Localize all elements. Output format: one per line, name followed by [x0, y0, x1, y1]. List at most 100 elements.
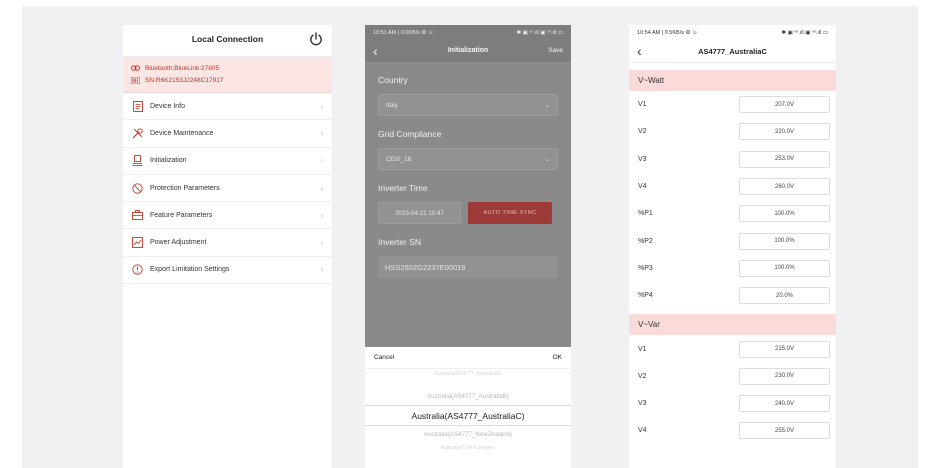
status-left: 10:51 AM | 0.0KB/s ⚙ ☺: [373, 29, 434, 36]
save-button[interactable]: Save: [548, 47, 563, 54]
power-icon[interactable]: [308, 31, 324, 47]
param-row: V4 260.0V: [629, 173, 836, 200]
bluetooth-label: Bluetooth:BlueLink:27805: [145, 64, 220, 72]
inverter-time-label: Inverter Time: [378, 183, 428, 193]
param-input[interactable]: 230.0V: [739, 367, 830, 385]
status-right: ✱ ▣ ᵛᵒ.ıll ▣ ᵛᵒ.ıll ▭: [516, 29, 563, 36]
feature-icon: [132, 210, 143, 221]
section-header-v-watt: V~Watt: [629, 70, 836, 91]
param-label: V3: [638, 155, 647, 163]
grid-compliance-value: CEI0_16: [386, 155, 412, 163]
time-row: 2023-04-21 10:47 AUTO TIME SYNC: [378, 202, 558, 224]
protection-icon: [132, 182, 143, 194]
menu-item-protection-parameters[interactable]: Protection Parameters ›: [123, 175, 332, 203]
picker-option[interactable]: Australia(AS4777_AustraliaB): [365, 388, 571, 405]
form-body: Country Italy ⌄ Grid Compliance CEI0_16 …: [365, 75, 571, 278]
inverter-sn-label: Inverter SN: [378, 237, 421, 247]
param-label: V1: [638, 345, 647, 353]
param-row: V3 253.0V: [629, 146, 836, 173]
param-row: V4 255.0V: [629, 417, 836, 444]
barcode-icon: [131, 76, 140, 84]
param-label: V3: [638, 400, 647, 408]
inverter-time-field[interactable]: 2023-04-21 10:47: [378, 202, 461, 224]
status-left: 10:54 AM | 0.5KB/s ⚙ ☺: [637, 29, 698, 36]
grid-compliance-label: Grid Compliance: [378, 129, 442, 139]
menu-item-initialization[interactable]: Initialization ›: [123, 148, 332, 175]
menu-item-device-info[interactable]: Device Info ›: [123, 93, 332, 121]
picker-option[interactable]: Australia(AS4777_NewZealand): [365, 426, 571, 443]
status-right: ✱ ▣ ᵛᵒ.ıll ▣ ᵛᵒ.ıll ▭: [781, 29, 828, 36]
param-input[interactable]: 253.0V: [739, 150, 830, 168]
menu-label: Device Info: [150, 102, 186, 110]
country-value: Italy: [386, 101, 398, 109]
param-input[interactable]: 100.0%: [739, 232, 830, 250]
export-limit-icon: [132, 264, 143, 276]
param-input[interactable]: 260.0V: [739, 178, 830, 196]
header: Local Connection: [123, 25, 332, 57]
country-select[interactable]: Italy ⌄: [378, 94, 558, 116]
param-input[interactable]: 220.0V: [739, 123, 830, 141]
menu-label: Feature Parameters: [150, 211, 213, 219]
menu-item-export-limitation[interactable]: Export Limitation Settings ›: [123, 257, 332, 285]
cancel-button[interactable]: Cancel: [374, 354, 394, 361]
param-input[interactable]: 215.0V: [739, 340, 830, 358]
maintenance-icon: [132, 128, 143, 139]
initialization-screen: 10:51 AM | 0.0KB/s ⚙ ☺ ✱ ▣ ᵛᵒ.ıll ▣ ᵛᵒ.ı…: [365, 25, 571, 468]
menu-item-feature-parameters[interactable]: Feature Parameters ›: [123, 202, 332, 230]
nav-bar: ‹ Initialization Save: [365, 40, 571, 62]
chevron-right-icon: ›: [320, 156, 323, 166]
status-bar: 10:54 AM | 0.5KB/s ⚙ ☺ ✱ ▣ ᵛᵒ.ıll ▣ ᵛᵒ.ı…: [629, 25, 836, 40]
chevron-right-icon: ›: [320, 265, 323, 275]
sn-label: SN:R6K2153J2248C17917: [145, 76, 224, 84]
param-row: V2 220.0V: [629, 118, 836, 145]
picker-option-selected[interactable]: Australia(AS4777_AustraliaC): [365, 405, 571, 426]
param-input[interactable]: 20.0%: [739, 287, 830, 305]
picker-option[interactable]: Australia(AS4777_AustraliaA): [365, 369, 571, 380]
menu-label: Initialization: [150, 157, 187, 165]
param-label: %P2: [638, 237, 653, 245]
picker-toolbar: Cancel OK: [365, 347, 571, 369]
chevron-right-icon: ›: [320, 101, 323, 111]
param-input[interactable]: 240.0V: [739, 395, 830, 413]
local-connection-screen: Local Connection Bluetooth:BlueLink:2780…: [123, 25, 332, 468]
grid-code-detail-screen: 10:54 AM | 0.5KB/s ⚙ ☺ ✱ ▣ ᵛᵒ.ıll ▣ ᵛᵒ.ı…: [629, 25, 836, 468]
grid-compliance-select[interactable]: CEI0_16 ⌄: [378, 148, 558, 170]
param-label: V1: [638, 101, 647, 109]
chevron-right-icon: ›: [320, 238, 323, 248]
param-row: V1 207.0V: [629, 91, 836, 118]
menu-label: Protection Parameters: [150, 184, 220, 192]
param-input[interactable]: 255.0V: [739, 422, 830, 440]
chevron-right-icon: ›: [320, 210, 323, 220]
screenshot-canvas: Local Connection Bluetooth:BlueLink:2780…: [22, 6, 918, 468]
ok-button[interactable]: OK: [553, 354, 562, 361]
param-row: %P4 20.0%: [629, 282, 836, 309]
param-input[interactable]: 207.0V: [739, 96, 830, 114]
param-label: V4: [638, 183, 647, 191]
param-row: %P3 100.0%: [629, 255, 836, 282]
param-row: V1 215.0V: [629, 335, 836, 362]
menu-item-device-maintenance[interactable]: Device Maintenance ›: [123, 120, 332, 148]
chevron-right-icon: ›: [320, 128, 323, 138]
menu-label: Export Limitation Settings: [150, 266, 230, 274]
param-label: %P1: [638, 210, 653, 218]
connection-info: Bluetooth:BlueLink:27805 SN:R6K2153J2248…: [123, 57, 332, 93]
auto-time-sync-button[interactable]: AUTO TIME SYNC: [468, 202, 552, 224]
param-input[interactable]: 100.0%: [739, 205, 830, 223]
bluetooth-row: Bluetooth:BlueLink:27805: [131, 62, 324, 74]
chevron-down-icon: ⌄: [544, 156, 550, 163]
param-label: %P4: [638, 292, 653, 300]
power-adjust-icon: [132, 237, 143, 249]
picker-sheet: Cancel OK Australia(AS4777_AustraliaA) A…: [365, 347, 571, 468]
param-label: V2: [638, 128, 647, 136]
param-row: %P1 100.0%: [629, 200, 836, 227]
param-label: V4: [638, 427, 647, 435]
section-header-v-var: V~Var: [629, 314, 836, 336]
picker-option[interactable]: Australia(TOR Erzeuger): [365, 443, 571, 454]
param-row: %P2 100.0%: [629, 227, 836, 254]
country-label: Country: [378, 75, 408, 85]
param-input[interactable]: 100.0%: [739, 259, 830, 277]
grid-code-picker[interactable]: Australia(AS4777_AustraliaA) Australia(A…: [365, 369, 571, 454]
menu-item-power-adjustment[interactable]: Power Adjustment ›: [123, 229, 332, 257]
param-label: V2: [638, 372, 647, 380]
param-row: V3 240.0V: [629, 390, 836, 417]
